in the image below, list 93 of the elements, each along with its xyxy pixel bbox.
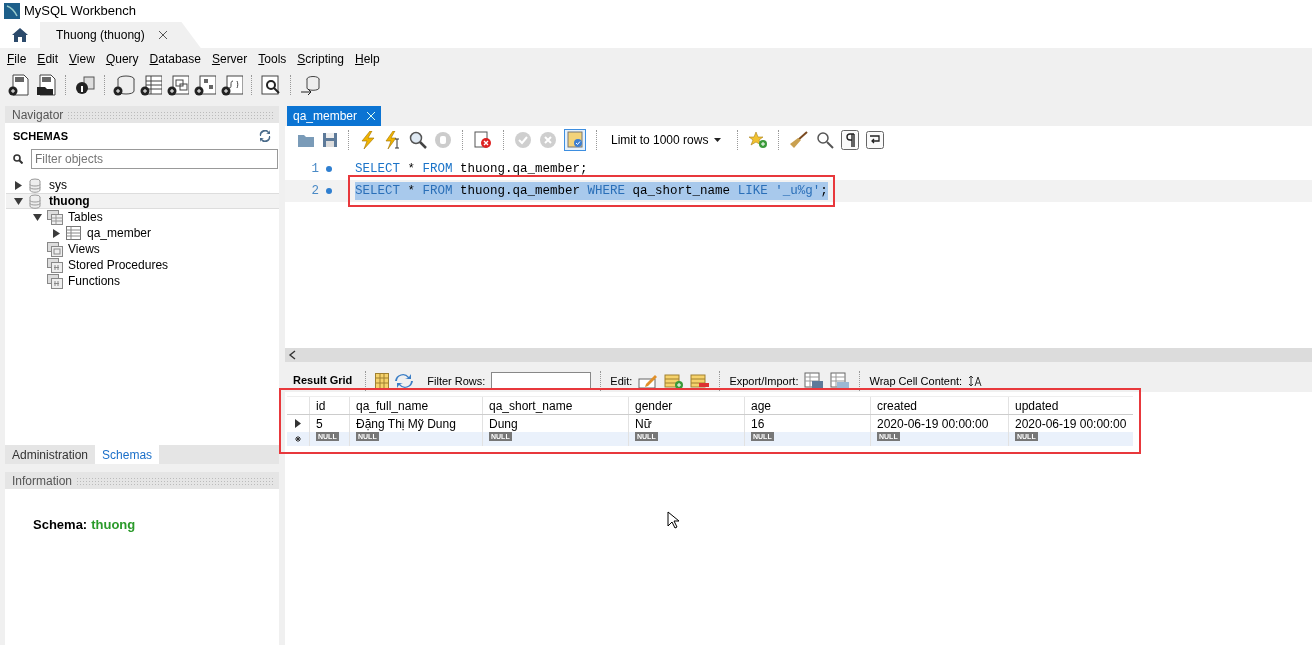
- routines-folder-icon: [47, 273, 63, 289]
- new-row-icon: [295, 436, 301, 442]
- edit-label: Edit:: [610, 373, 633, 389]
- add-procedure-icon[interactable]: [194, 74, 216, 96]
- collapse-arrow-icon[interactable]: [14, 196, 23, 206]
- result-grid-tab[interactable]: Result Grid: [289, 371, 357, 391]
- folder-icon[interactable]: [297, 132, 315, 148]
- panel-tab[interactable]: Schemas: [95, 445, 160, 464]
- open-sql-file-icon[interactable]: [35, 74, 57, 96]
- filter-label: Filter Rows:: [427, 373, 486, 389]
- column-header[interactable]: id: [309, 397, 349, 414]
- caret-icon: [714, 138, 721, 142]
- add-schema-icon[interactable]: [113, 74, 135, 96]
- tree-item[interactable]: Views: [68, 240, 100, 258]
- column-header[interactable]: gender: [628, 397, 744, 414]
- tree-item[interactable]: Tables: [68, 208, 103, 226]
- add-function-icon[interactable]: [221, 74, 243, 96]
- panel-title: Navigator: [12, 106, 64, 124]
- refresh-icon[interactable]: [259, 130, 271, 142]
- menu-item[interactable]: View: [66, 50, 103, 68]
- tree-item[interactable]: sys: [49, 176, 67, 194]
- insert-row-icon[interactable]: [664, 373, 685, 389]
- column-header[interactable]: created: [870, 397, 1008, 414]
- panel-tab[interactable]: Administration: [5, 445, 96, 464]
- routines-folder-icon: [47, 257, 63, 273]
- menu-item[interactable]: Edit: [34, 50, 67, 68]
- broom-icon[interactable]: [789, 131, 809, 149]
- statement-marker-icon: [326, 188, 332, 194]
- section-title: SCHEMAS: [13, 128, 68, 144]
- add-table-icon[interactable]: [140, 74, 162, 96]
- tab-label: Thuong (thuong): [56, 27, 145, 44]
- connection-tab[interactable]: Thuong (thuong): [40, 22, 201, 48]
- expand-arrow-icon[interactable]: [52, 228, 61, 238]
- info-label: Schema:: [33, 516, 88, 534]
- table-icon: [66, 225, 82, 241]
- filter-rows-field[interactable]: [491, 372, 592, 390]
- error-stop-icon[interactable]: [473, 131, 493, 149]
- close-icon[interactable]: [158, 31, 167, 39]
- panel-title: Information: [12, 472, 73, 490]
- star-plus-icon[interactable]: [748, 131, 768, 149]
- window-title: MySQL Workbench: [24, 2, 136, 21]
- export-icon[interactable]: [804, 372, 825, 390]
- wrap-label: Wrap Cell Content:: [869, 373, 963, 389]
- collapse-arrow-icon[interactable]: [33, 212, 42, 222]
- edit-row-icon[interactable]: [638, 373, 659, 389]
- tree-item[interactable]: qa_member: [87, 224, 152, 242]
- search-icon[interactable]: [816, 131, 834, 149]
- add-view-icon[interactable]: [167, 74, 189, 96]
- save-icon[interactable]: [322, 132, 338, 148]
- column-header[interactable]: age: [744, 397, 870, 414]
- tree-item[interactable]: Stored Procedures: [68, 256, 169, 274]
- reconnect-icon[interactable]: [299, 74, 321, 96]
- new-sql-tab-icon[interactable]: [8, 74, 30, 96]
- wrap-icon[interactable]: [866, 131, 884, 149]
- line-number: 1: [310, 160, 319, 178]
- delete-row-icon[interactable]: [690, 373, 711, 389]
- menu-item[interactable]: Scripting: [294, 50, 352, 68]
- tab-label: qa_member: [293, 108, 358, 125]
- lightning-cursor-icon[interactable]: [384, 131, 402, 149]
- statement-marker-icon: [326, 166, 332, 172]
- table-search-icon[interactable]: [260, 74, 282, 96]
- search-icon: [13, 154, 23, 164]
- expand-arrow-icon[interactable]: [14, 180, 23, 190]
- editor-tab[interactable]: qa_member: [287, 106, 382, 126]
- info-icon[interactable]: [74, 74, 96, 96]
- lightning-icon[interactable]: [359, 131, 377, 149]
- magnifier-icon[interactable]: [409, 131, 427, 149]
- wrap-text-icon[interactable]: [968, 375, 983, 387]
- menu-item[interactable]: Server: [208, 50, 256, 68]
- menu-item[interactable]: Tools: [255, 50, 295, 68]
- export-label: Export/Import:: [729, 373, 799, 389]
- menu-item[interactable]: Database: [146, 50, 209, 68]
- menu-item[interactable]: File: [4, 50, 35, 68]
- column-header[interactable]: qa_short_name: [482, 397, 628, 414]
- filter-field[interactable]: Filter objects: [31, 149, 278, 169]
- tree-item[interactable]: Functions: [68, 272, 121, 290]
- home-icon: [11, 27, 29, 43]
- grid-icon[interactable]: [375, 373, 390, 389]
- refresh-icon[interactable]: [395, 374, 414, 388]
- code-line: SELECT * FROM thuong.qa_member;: [355, 160, 588, 178]
- schema-name: thuong: [91, 516, 136, 534]
- line-number: 2: [310, 182, 319, 200]
- tree-item[interactable]: thuong: [49, 192, 90, 210]
- views-folder-icon: [47, 241, 63, 257]
- pilcrow-icon[interactable]: [841, 130, 859, 150]
- column-header[interactable]: updated: [1008, 397, 1130, 414]
- import-icon[interactable]: [830, 372, 851, 390]
- autocommit-toggle-icon[interactable]: [564, 129, 586, 151]
- mouse-pointer-icon: [667, 511, 679, 529]
- menu-item[interactable]: Help: [352, 50, 388, 68]
- app-logo-icon: [4, 3, 20, 19]
- menu-item[interactable]: Query: [102, 50, 147, 68]
- column-header[interactable]: qa_full_name: [349, 397, 482, 414]
